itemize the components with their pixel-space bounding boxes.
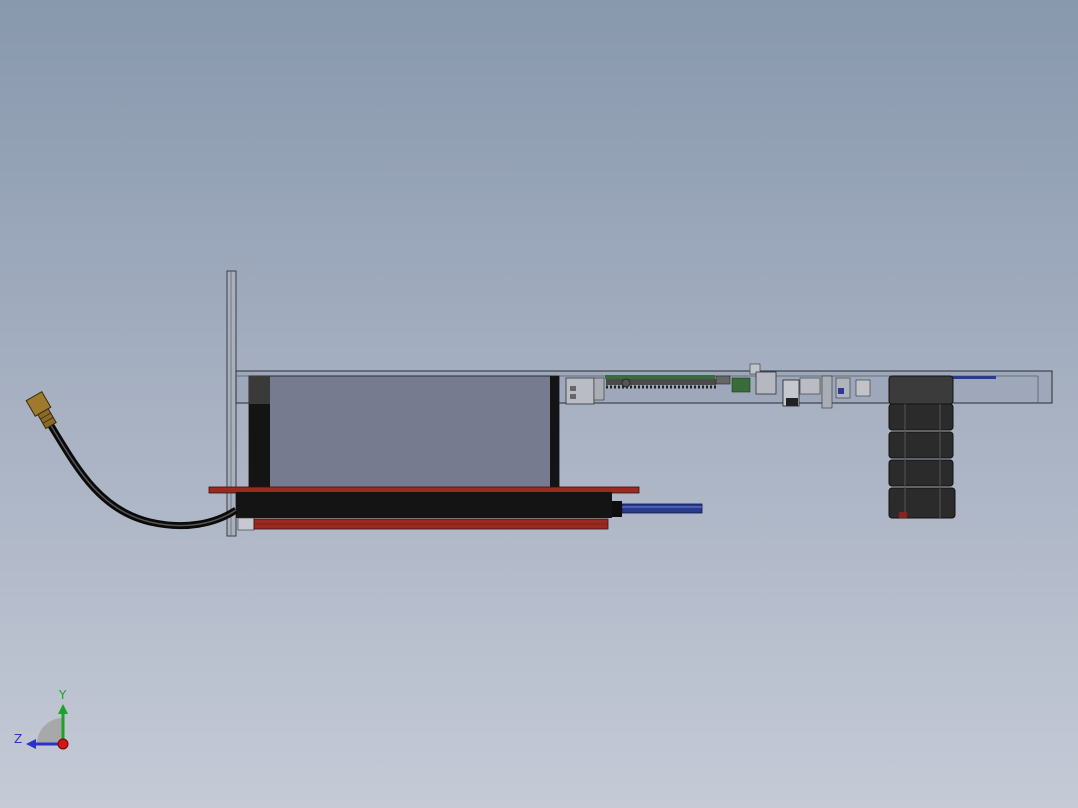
pcb-assembly [208, 486, 640, 531]
y-axis-arrow [58, 704, 68, 714]
vertical-plate [226, 270, 237, 537]
coax-cable [47, 422, 238, 530]
housing-box [248, 375, 560, 489]
triad-arc [37, 718, 63, 744]
x-axis-dot [57, 738, 69, 750]
blue-cable [621, 503, 703, 514]
z-axis-label: Z [14, 732, 22, 746]
cad-viewport[interactable]: Y Z [0, 0, 1078, 808]
sma-connector [25, 390, 57, 430]
z-axis-arrow [26, 739, 36, 749]
y-axis-label: Y [58, 688, 67, 702]
coordinate-triad[interactable]: Y Z [14, 688, 69, 750]
inductor-stack [888, 375, 956, 519]
